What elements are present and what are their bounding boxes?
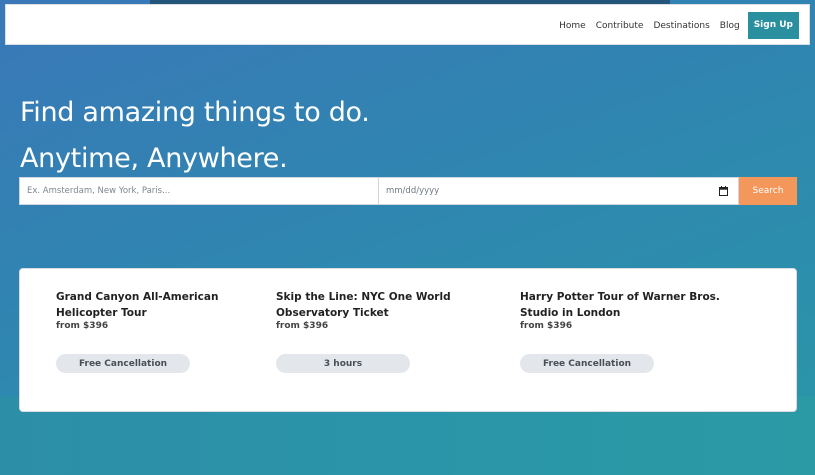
- tour-price: from $396: [56, 321, 109, 331]
- nav-blog[interactable]: Blog: [720, 21, 740, 31]
- calendar-icon[interactable]: [719, 186, 728, 196]
- nav-destinations[interactable]: Destinations: [653, 21, 709, 31]
- nav-home[interactable]: Home: [559, 21, 586, 31]
- hero-heading: Find amazing things to do. Anytime, Anyw…: [20, 90, 370, 182]
- tour-title[interactable]: Skip the Line: NYC One World Observatory…: [276, 289, 501, 321]
- date-input[interactable]: mm/dd/yyyy: [378, 177, 739, 205]
- tour-badge: 3 hours: [276, 354, 410, 373]
- tour-price: from $396: [520, 321, 573, 331]
- featured-tours-card: Grand Canyon All-American Helicopter Tou…: [19, 268, 797, 412]
- top-navbar: Home Contribute Destinations Blog Sign U…: [5, 4, 810, 45]
- tour-card[interactable]: Skip the Line: NYC One World Observatory…: [276, 289, 501, 373]
- date-placeholder: mm/dd/yyyy: [386, 186, 440, 196]
- tour-card[interactable]: Grand Canyon All-American Helicopter Tou…: [56, 289, 261, 373]
- search-bar: mm/dd/yyyy Search: [19, 177, 797, 205]
- search-button[interactable]: Search: [739, 177, 797, 205]
- location-input[interactable]: [19, 177, 378, 205]
- tour-title[interactable]: Grand Canyon All-American Helicopter Tou…: [56, 289, 261, 321]
- tour-price: from $396: [276, 321, 329, 331]
- tour-badge: Free Cancellation: [56, 354, 190, 373]
- hero-line-1: Find amazing things to do.: [20, 97, 370, 128]
- hero-line-2: Anytime, Anywhere.: [20, 143, 288, 174]
- signup-button[interactable]: Sign Up: [747, 12, 799, 39]
- main-nav: Home Contribute Destinations Blog Sign U…: [549, 12, 799, 39]
- tour-card[interactable]: Harry Potter Tour of Warner Bros. Studio…: [520, 289, 750, 373]
- tour-title[interactable]: Harry Potter Tour of Warner Bros. Studio…: [520, 289, 750, 321]
- nav-contribute[interactable]: Contribute: [596, 21, 644, 31]
- tour-badge: Free Cancellation: [520, 354, 654, 373]
